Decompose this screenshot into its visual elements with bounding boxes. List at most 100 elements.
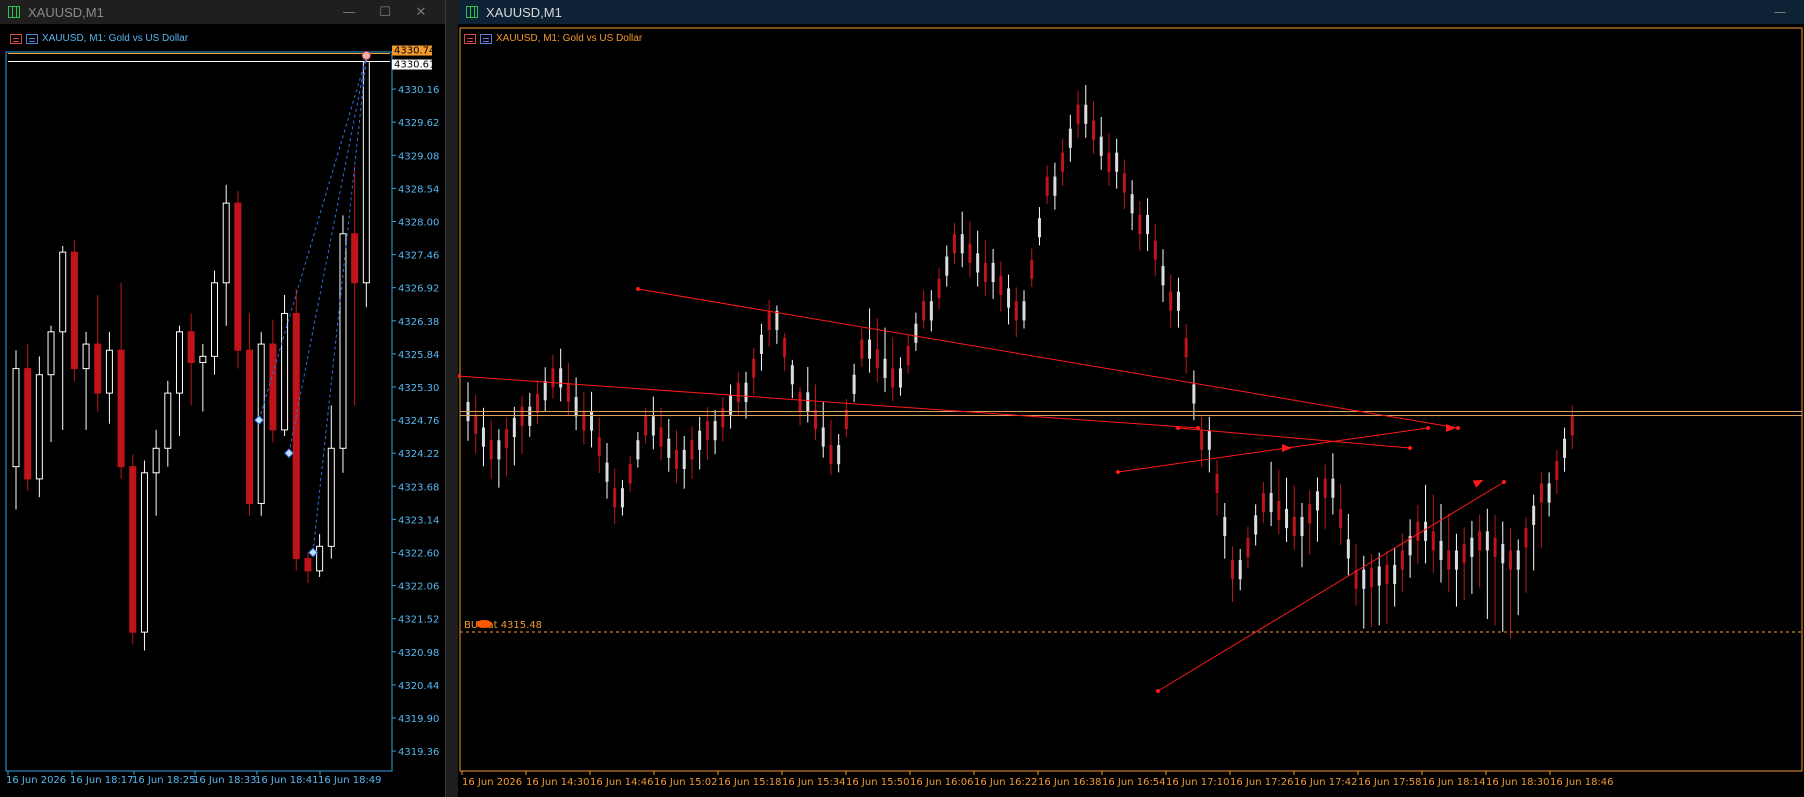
trendline-anchor[interactable] (1426, 426, 1430, 430)
candle-body[interactable] (1122, 173, 1126, 193)
candle-body[interactable] (1292, 516, 1296, 537)
candle-body[interactable] (24, 368, 32, 480)
candle-body[interactable] (1107, 152, 1111, 172)
candle-body[interactable] (199, 355, 207, 363)
candle-body[interactable] (339, 233, 347, 449)
candle-body[interactable] (1084, 104, 1088, 124)
candle-body[interactable] (1223, 516, 1227, 537)
candle-body[interactable] (968, 243, 972, 263)
right-chart-canvas[interactable]: 16 Jun 2026 16 Jun 14:30 16 Jun 14:46 16 Ju… (458, 24, 1804, 797)
candle-body[interactable] (644, 416, 648, 436)
candle-body[interactable] (152, 447, 160, 474)
candle-body[interactable] (922, 301, 926, 321)
candle-body[interactable] (351, 233, 359, 284)
candle-body[interactable] (1493, 537, 1497, 557)
candle-body[interactable] (246, 349, 254, 504)
candle-body[interactable] (520, 406, 524, 426)
candle-body[interactable] (582, 411, 586, 431)
trendline[interactable] (458, 375, 1199, 429)
candle-body[interactable] (1176, 291, 1180, 311)
candle-body[interactable] (1261, 492, 1265, 513)
candle-body[interactable] (105, 349, 113, 394)
candle-body[interactable] (316, 545, 324, 572)
candle-body[interactable] (164, 392, 172, 449)
candle-body[interactable] (1501, 544, 1505, 564)
candle-body[interactable] (559, 368, 563, 388)
candle-body[interactable] (929, 301, 933, 321)
candle-body[interactable] (222, 202, 230, 284)
candle-body[interactable] (1439, 540, 1443, 561)
candle-body[interactable] (292, 312, 300, 560)
candle-body[interactable] (1169, 291, 1173, 311)
candle-body[interactable] (790, 365, 794, 385)
candle-body[interactable] (1431, 531, 1435, 551)
candle-body[interactable] (1524, 528, 1528, 548)
candle-body[interactable] (1115, 152, 1119, 172)
candle-body[interactable] (698, 430, 702, 450)
candle-body[interactable] (1323, 478, 1327, 498)
candle-body[interactable] (1037, 218, 1041, 238)
candle-body[interactable] (1485, 531, 1489, 551)
candle-body[interactable] (1269, 492, 1273, 513)
candle-body[interactable] (1076, 104, 1080, 124)
candle-body[interactable] (1285, 508, 1289, 529)
candle-body[interactable] (528, 406, 532, 426)
candle-body[interactable] (898, 368, 902, 388)
candle-body[interactable] (566, 382, 570, 402)
candle-body[interactable] (1416, 521, 1420, 541)
candle-body[interactable] (12, 368, 20, 468)
candle-body[interactable] (1022, 301, 1026, 321)
candle-body[interactable] (1014, 301, 1018, 321)
candle-body[interactable] (129, 466, 137, 633)
candle-body[interactable] (891, 368, 895, 388)
candle-body[interactable] (117, 349, 125, 468)
candle-body[interactable] (651, 416, 655, 436)
candle-body[interactable] (70, 251, 78, 370)
candle-body[interactable] (574, 397, 578, 417)
candle-body[interactable] (1099, 136, 1103, 156)
candle-body[interactable] (187, 331, 195, 363)
candle-body[interactable] (1215, 473, 1219, 493)
trendline[interactable] (1117, 427, 1429, 473)
candle-body[interactable] (489, 440, 493, 460)
candle-body[interactable] (775, 310, 779, 330)
trade-marker-icon[interactable] (308, 547, 318, 558)
candle-body[interactable] (1130, 194, 1134, 214)
candle-body[interactable] (1146, 214, 1150, 235)
candle-body[interactable] (536, 393, 539, 414)
candle-body[interactable] (481, 427, 485, 447)
candle-body[interactable] (1470, 537, 1474, 557)
candle-body[interactable] (94, 343, 102, 394)
trendline-anchor[interactable] (1502, 480, 1506, 484)
candle-body[interactable] (1277, 500, 1281, 521)
close-button[interactable]: ✕ (403, 0, 439, 24)
candle-body[interactable] (659, 427, 663, 447)
candle-body[interactable] (767, 310, 771, 330)
candle-body[interactable] (590, 411, 594, 431)
candle-body[interactable] (1231, 560, 1234, 580)
candle-body[interactable] (1346, 539, 1350, 559)
candle-body[interactable] (1339, 508, 1343, 529)
candle-body[interactable] (1192, 384, 1196, 404)
candle-body[interactable] (362, 61, 370, 284)
trendline-anchor[interactable] (1156, 689, 1160, 693)
candle-body[interactable] (1007, 288, 1011, 308)
candle-body[interactable] (1300, 516, 1304, 537)
candle-body[interactable] (1362, 569, 1366, 589)
candle-body[interactable] (1385, 564, 1389, 585)
candle-body[interactable] (597, 437, 601, 457)
candle-body[interactable] (937, 278, 941, 299)
candle-body[interactable] (914, 323, 918, 343)
candle-body[interactable] (1539, 483, 1543, 503)
candle-body[interactable] (976, 253, 980, 273)
candle-body[interactable] (1246, 537, 1250, 557)
candle-body[interactable] (1153, 240, 1157, 260)
candle-body[interactable] (1400, 550, 1404, 570)
candle-body[interactable] (1570, 416, 1574, 436)
candle-body[interactable] (1424, 521, 1428, 541)
candle-body[interactable] (234, 202, 242, 351)
candle-body[interactable] (1447, 550, 1451, 570)
candle-body[interactable] (1478, 531, 1482, 551)
candle-body[interactable] (883, 358, 887, 378)
candle-body[interactable] (1068, 128, 1072, 148)
